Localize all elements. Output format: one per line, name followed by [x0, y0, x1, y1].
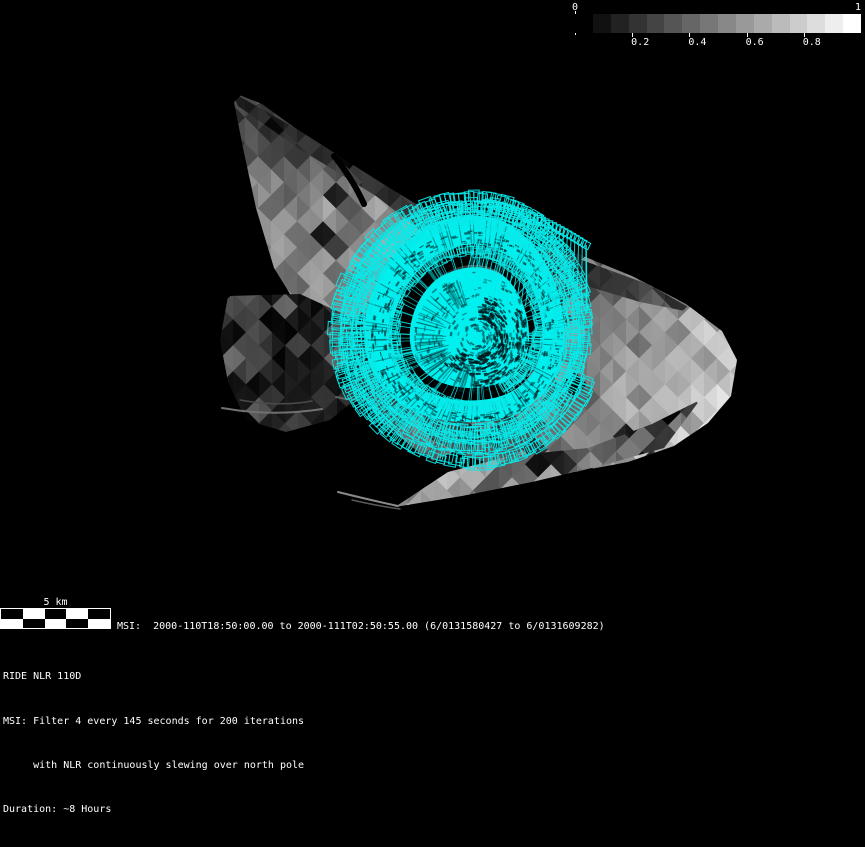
- colorbar-tick: [632, 33, 634, 37]
- colorbar-tick-label: 0.4: [688, 37, 707, 48]
- colorbar-tick-label: 0.6: [745, 37, 764, 48]
- caption-block: RIDE NLR 110D MSI: Filter 4 every 145 se…: [3, 641, 304, 847]
- colorbar-step: [664, 14, 683, 33]
- status-line: MSI: 2000-110T18:50:00.00 to 2000-111T02…: [117, 621, 605, 632]
- scalebar-cell: [66, 618, 89, 628]
- colorbar-tick: [803, 33, 805, 37]
- colorbar-step: [843, 14, 861, 33]
- colorbar-step: [825, 14, 844, 33]
- figure-canvas: 0 1 0.2 0.4 0.6 0.8 5 km MSI: 2000-110T1…: [0, 0, 865, 847]
- caption-line: with NLR continuously slewing over north…: [3, 759, 305, 771]
- scalebar-cell: [66, 609, 89, 619]
- colorbar-step: [575, 14, 593, 33]
- scalebar-row-bottom: [1, 618, 110, 628]
- scalebar-cell: [88, 618, 110, 628]
- colorbar-step: [753, 14, 772, 33]
- colorbar-step: [735, 14, 754, 33]
- scalebar-cell: [44, 609, 67, 619]
- colorbar-max-label: 1: [854, 2, 862, 13]
- colorbar-step: [700, 14, 718, 33]
- colorbar-step: [646, 14, 665, 33]
- scalebar-checker: [0, 608, 111, 629]
- scalebar-row-top: [1, 609, 110, 619]
- colorbar-step: [718, 14, 736, 33]
- colorbar-tick-label: 0.8: [802, 37, 821, 48]
- colorbar-step: [807, 14, 826, 33]
- scalebar-cell: [1, 618, 23, 628]
- colorbar-tick: [746, 33, 748, 37]
- scalebar-cell: [22, 618, 45, 628]
- colorbar-tick-label: 0.2: [631, 37, 650, 48]
- colorbar-step: [592, 14, 611, 33]
- colorbar-step: [682, 14, 701, 33]
- colorbar-tick: [689, 33, 691, 37]
- caption-title: RIDE NLR 110D: [3, 671, 82, 683]
- colorbar-step: [628, 14, 647, 33]
- colorbar-gradient: [575, 14, 861, 33]
- scalebar-cell: [44, 618, 67, 628]
- scalebar-label: 5 km: [43, 597, 68, 608]
- colorbar-step: [771, 14, 790, 33]
- scalebar-cell: [1, 609, 23, 619]
- scalebar-cell: [88, 609, 110, 619]
- caption-line: MSI: Filter 4 every 145 seconds for 200 …: [3, 715, 305, 727]
- colorbar-step: [610, 14, 629, 33]
- scalebar-cell: [22, 609, 45, 619]
- colorbar-step: [789, 14, 808, 33]
- caption-line: Duration: ~8 Hours: [3, 803, 112, 815]
